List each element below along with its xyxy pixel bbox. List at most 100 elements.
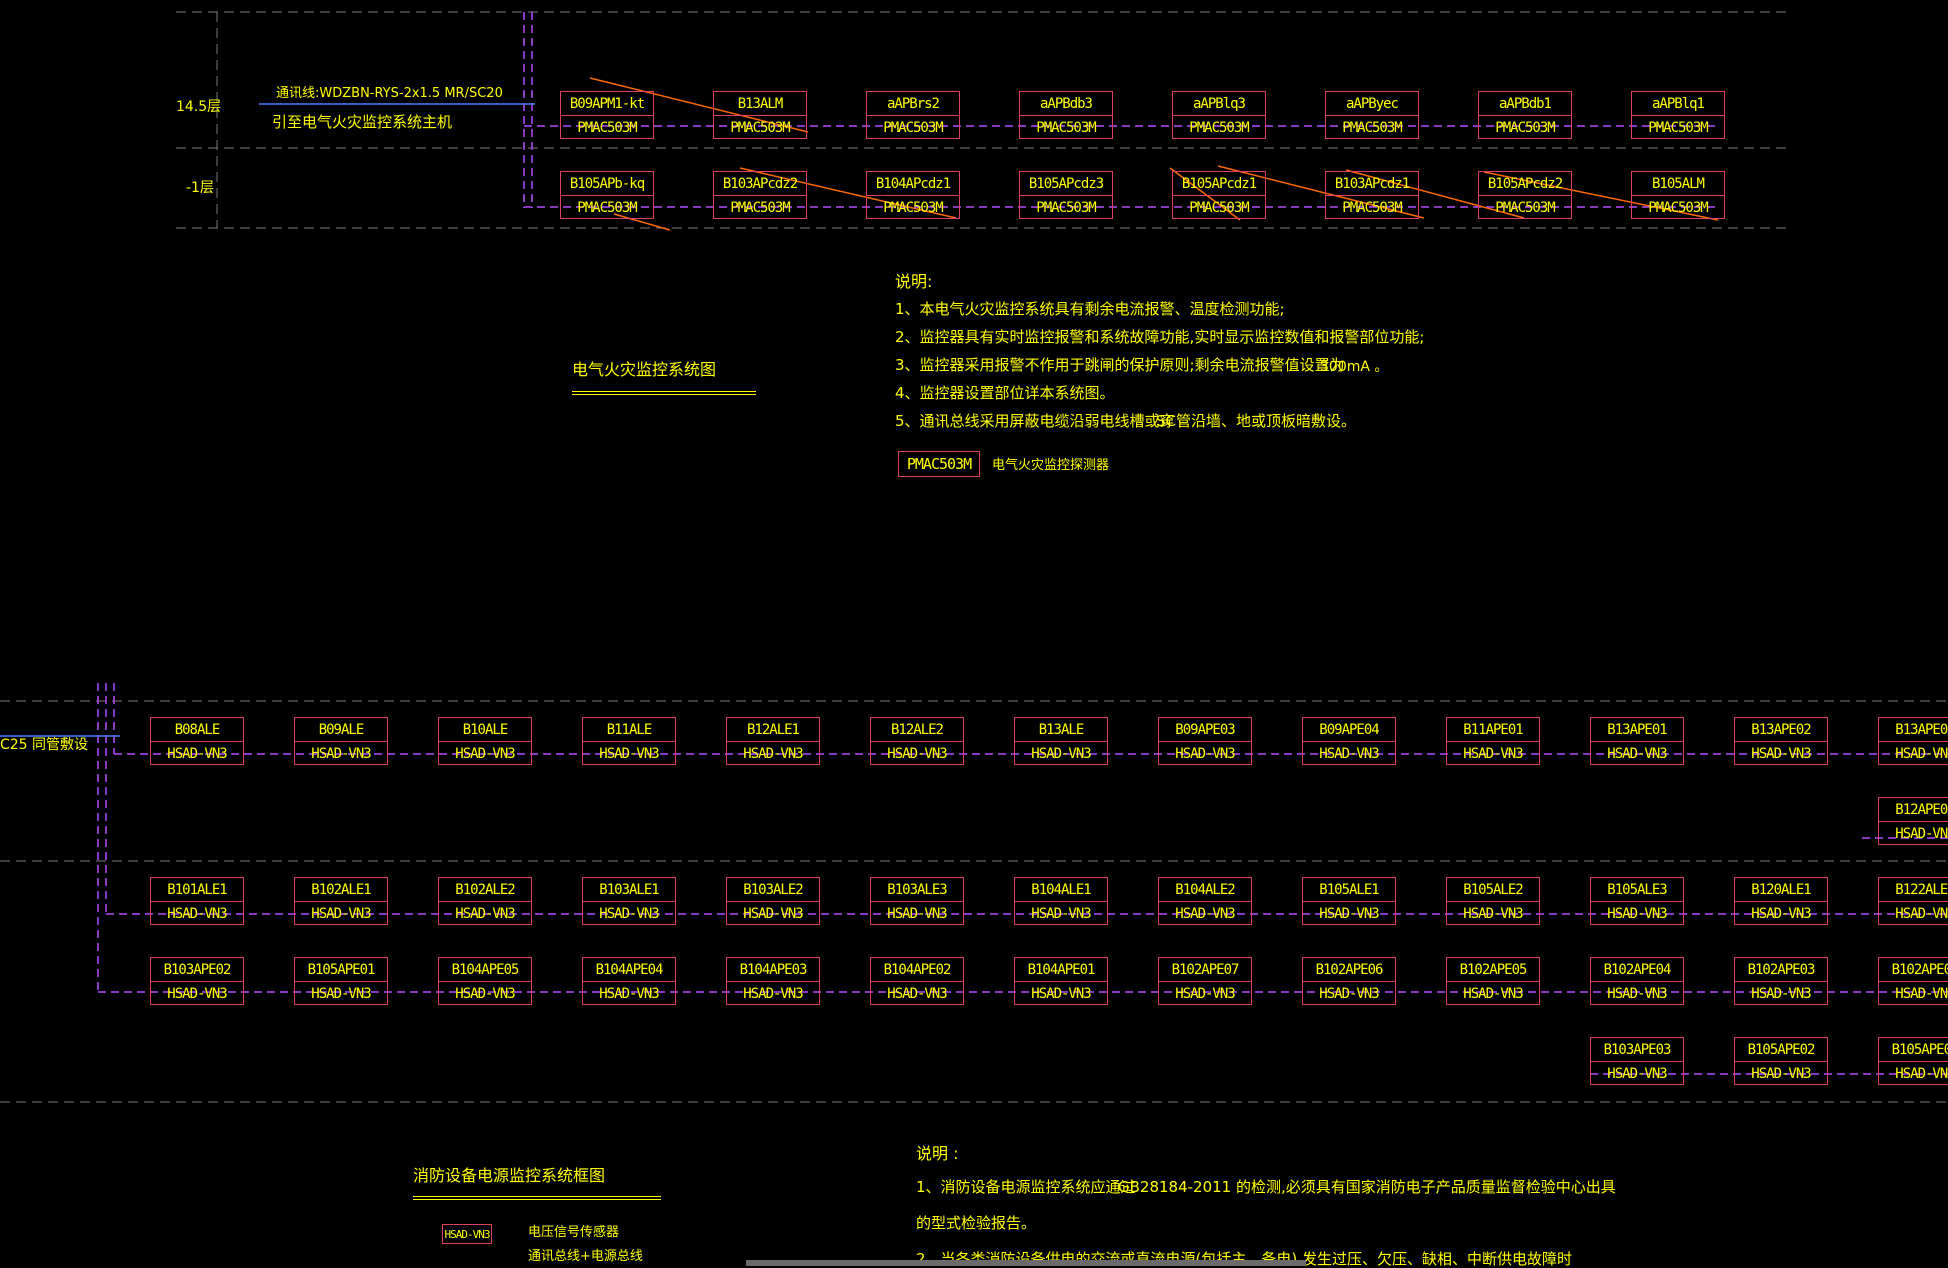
device-name: B104APE01: [1015, 958, 1107, 982]
device-name: B105ALE3: [1591, 878, 1683, 902]
device-name: B13APE03: [1879, 718, 1948, 742]
device-box: B09APE03 HSAD-VN3: [1158, 717, 1252, 765]
device-model: PMAC503M: [1189, 199, 1249, 216]
device-model: HSAD-VN3: [1031, 985, 1091, 1002]
device-name: B11APE01: [1447, 718, 1539, 742]
device-box: B104APE03 HSAD-VN3: [726, 957, 820, 1005]
device-model: HSAD-VN3: [167, 905, 227, 922]
device-name: B105APb-kq: [561, 172, 653, 196]
device-name: B102ALE2: [439, 878, 531, 902]
device-box: aAPByec PMAC503M: [1325, 91, 1419, 139]
device-model: HSAD-VN3: [1607, 905, 1667, 922]
device-name: B10ALE: [439, 718, 531, 742]
bottom-note-1-std: GB28184-2011 的检测,必须具有国家消防电子产品质量监督检验中心出具: [1118, 1178, 1616, 1196]
device-name: B105APcdz1: [1173, 172, 1265, 196]
device-box: B105ALE2 HSAD-VN3: [1446, 877, 1540, 925]
device-model: HSAD-VN3: [599, 985, 659, 1002]
device-name: B102APE02: [1879, 958, 1948, 982]
device-name: B102APE05: [1447, 958, 1539, 982]
device-box: B102APE06 HSAD-VN3: [1302, 957, 1396, 1005]
device-model: HSAD-VN3: [1175, 745, 1235, 762]
top-note-2: 2、监控器具有实时监控报警和系统故障功能,实时显示监控数值和报警部位功能;: [895, 328, 1425, 346]
device-name: B105APE01: [295, 958, 387, 982]
device-model: PMAC503M: [730, 199, 790, 216]
device-model: PMAC503M: [1648, 119, 1708, 136]
device-model: HSAD-VN3: [1319, 745, 1379, 762]
device-name: B103ALE3: [871, 878, 963, 902]
device-name: aAPBrs2: [867, 92, 959, 116]
device-name: B104ALE2: [1159, 878, 1251, 902]
device-name: B13ALE: [1015, 718, 1107, 742]
device-box: B105ALE3 HSAD-VN3: [1590, 877, 1684, 925]
device-model: HSAD-VN3: [1463, 745, 1523, 762]
device-name: B103APE03: [1591, 1038, 1683, 1062]
device-box: B105ALE1 HSAD-VN3: [1302, 877, 1396, 925]
device-model: HSAD-VN3: [1895, 745, 1948, 762]
floor-label-b1: -1层: [186, 180, 214, 196]
device-name: B12ALE1: [727, 718, 819, 742]
device-model: HSAD-VN3: [743, 745, 803, 762]
device-box: B104APE01 HSAD-VN3: [1014, 957, 1108, 1005]
device-box: B101ALE1 HSAD-VN3: [150, 877, 244, 925]
device-box: B08ALE HSAD-VN3: [150, 717, 244, 765]
bottom-note-1: 1、消防设备电源监控系统应通过: [916, 1178, 1136, 1196]
device-name: B103ALE1: [583, 878, 675, 902]
device-name: B104ALE1: [1015, 878, 1107, 902]
device-name: aAPBlq1: [1632, 92, 1724, 116]
device-model: HSAD-VN3: [887, 745, 947, 762]
device-model: HSAD-VN3: [1751, 985, 1811, 1002]
device-box: B10ALE HSAD-VN3: [438, 717, 532, 765]
device-model: HSAD-VN3: [167, 745, 227, 762]
device-name: B105APcdz3: [1020, 172, 1112, 196]
device-model: HSAD-VN3: [1319, 905, 1379, 922]
device-model: PMAC503M: [577, 199, 637, 216]
device-name: B105APE03: [1879, 1038, 1948, 1062]
device-box: B105ALM PMAC503M: [1631, 171, 1725, 219]
device-model: HSAD-VN3: [1031, 905, 1091, 922]
device-name: B104APcdz1: [867, 172, 959, 196]
device-box: aAPBrs2 PMAC503M: [866, 91, 960, 139]
device-box: B105APE03 HSAD-VN3: [1878, 1037, 1948, 1085]
device-name: B105ALM: [1632, 172, 1724, 196]
device-model: HSAD-VN3: [1895, 1065, 1948, 1082]
device-model: HSAD-VN3: [1895, 825, 1948, 842]
top-notes-heading: 说明:: [895, 272, 933, 291]
device-model: HSAD-VN3: [1463, 905, 1523, 922]
device-name: B120ALE1: [1735, 878, 1827, 902]
device-name: B102ALE1: [295, 878, 387, 902]
device-model: HSAD-VN3: [1463, 985, 1523, 1002]
device-box: aAPBdb3 PMAC503M: [1019, 91, 1113, 139]
device-name: aAPBdb1: [1479, 92, 1571, 116]
device-model: HSAD-VN3: [167, 985, 227, 1002]
device-box: B103APE03 HSAD-VN3: [1590, 1037, 1684, 1085]
device-box: B103APcdz2 PMAC503M: [713, 171, 807, 219]
device-box: B104APcdz1 PMAC503M: [866, 171, 960, 219]
bottom-legend-box-text: 电压信号传感器: [528, 1225, 620, 1240]
device-box: B104APE05 HSAD-VN3: [438, 957, 532, 1005]
device-box: aAPBdb1 PMAC503M: [1478, 91, 1572, 139]
device-box: B102ALE1 HSAD-VN3: [294, 877, 388, 925]
device-name: B102APE06: [1303, 958, 1395, 982]
device-box: B103ALE2 HSAD-VN3: [726, 877, 820, 925]
bottom-diagram-title: 消防设备电源监控系统框图: [413, 1166, 606, 1185]
device-model: PMAC503M: [883, 199, 943, 216]
device-model: PMAC503M: [577, 119, 637, 136]
device-box: B102APE07 HSAD-VN3: [1158, 957, 1252, 1005]
top-legend-box: PMAC503M: [898, 451, 980, 477]
horizontal-scrollbar[interactable]: [746, 1260, 1306, 1266]
device-name: B102APE04: [1591, 958, 1683, 982]
device-box: B102APE03 HSAD-VN3: [1734, 957, 1828, 1005]
bottom-feeder-label: C25 同管敷设: [0, 737, 89, 753]
device-model: HSAD-VN3: [1751, 905, 1811, 922]
device-name: B104APE02: [871, 958, 963, 982]
device-box: B12ALE2 HSAD-VN3: [870, 717, 964, 765]
device-model: PMAC503M: [1495, 119, 1555, 136]
device-name: B101ALE1: [151, 878, 243, 902]
device-model: HSAD-VN3: [1031, 745, 1091, 762]
device-name: B12ALE2: [871, 718, 963, 742]
device-name: B102APE07: [1159, 958, 1251, 982]
bottom-notes-heading: 说明 :: [916, 1144, 959, 1163]
top-note-3-value: 300mA 。: [1320, 359, 1389, 375]
device-box: B104APE04 HSAD-VN3: [582, 957, 676, 1005]
device-box: B103ALE1 HSAD-VN3: [582, 877, 676, 925]
